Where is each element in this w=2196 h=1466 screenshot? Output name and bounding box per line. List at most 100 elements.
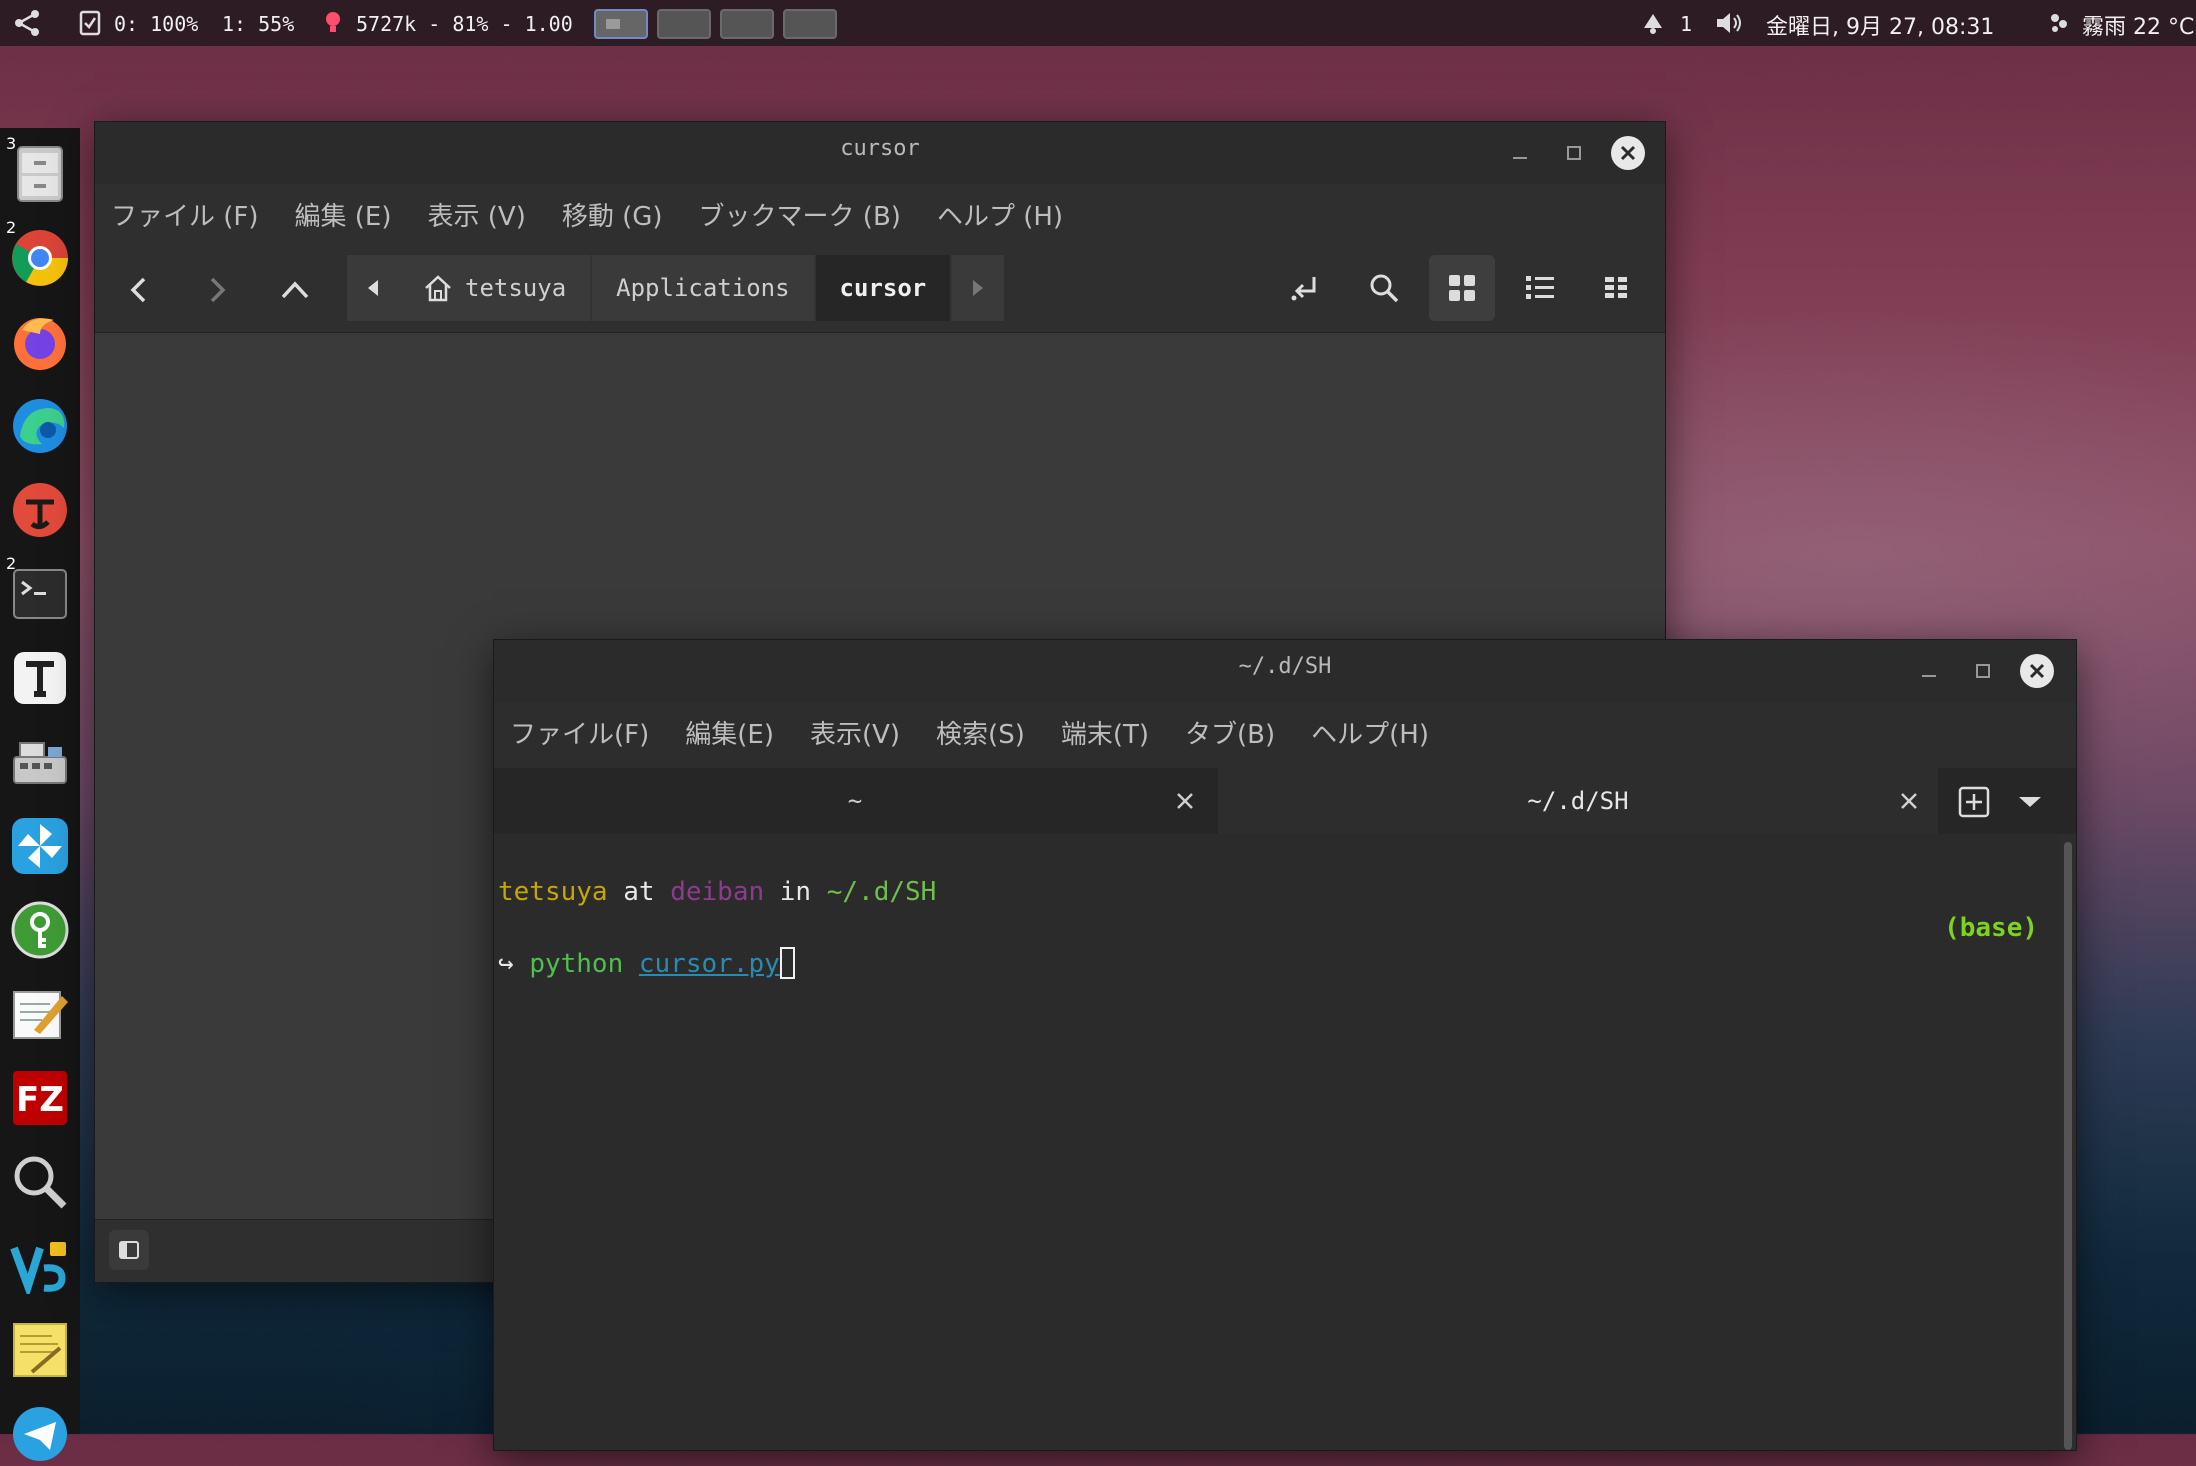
memory-icon bbox=[322, 10, 344, 36]
new-tab-button[interactable] bbox=[1954, 782, 1994, 822]
breadcrumb-scroll-left[interactable] bbox=[347, 255, 399, 321]
breadcrumb-applications[interactable]: Applications bbox=[592, 255, 816, 321]
prompt-line: tetsuya at deiban in ~/.d/SH bbox=[498, 838, 2056, 910]
tab-label: ~ bbox=[847, 787, 863, 815]
menu-view[interactable]: 表示(V) bbox=[810, 714, 900, 751]
menu-help[interactable]: ヘルプ(H) bbox=[1311, 714, 1429, 751]
search-launcher[interactable] bbox=[8, 1150, 72, 1214]
vscode-launcher[interactable] bbox=[8, 1234, 72, 1298]
close-tab-button[interactable] bbox=[1168, 784, 1202, 818]
prompt-in: in bbox=[779, 877, 812, 907]
forward-button[interactable] bbox=[189, 262, 245, 318]
compact-view-button[interactable] bbox=[1585, 255, 1651, 321]
keepassxc-launcher[interactable] bbox=[8, 898, 72, 962]
terminal-icon bbox=[13, 569, 67, 619]
maximize-button[interactable] bbox=[1966, 654, 2000, 688]
top-panel: 0: 100% 1: 55% 5727k - 81% - 1.00 1 金曜日,… bbox=[0, 0, 2196, 46]
close-button[interactable] bbox=[1611, 136, 1645, 170]
list-view-icon bbox=[1526, 276, 1554, 299]
prompt-host: deiban bbox=[670, 877, 765, 907]
prompt-arrow: ↪ bbox=[498, 949, 514, 979]
menu-file[interactable]: ファイル (F) bbox=[111, 196, 259, 233]
t-script-app-icon bbox=[13, 483, 67, 537]
menu-go[interactable]: 移動 (G) bbox=[562, 196, 663, 233]
maximize-icon bbox=[1567, 146, 1581, 160]
prompt-at: at bbox=[623, 877, 655, 907]
close-tab-button[interactable] bbox=[1892, 784, 1926, 818]
menu-help[interactable]: ヘルプ (H) bbox=[937, 196, 1063, 233]
command-name: python bbox=[529, 949, 624, 979]
breadcrumb-scroll-right[interactable] bbox=[952, 255, 1005, 321]
prompt-path: ~/.d/SH bbox=[826, 877, 937, 907]
key-icon bbox=[11, 901, 69, 959]
triangle-left-icon bbox=[368, 280, 378, 296]
text-editor-launcher[interactable] bbox=[8, 646, 72, 710]
menu-search[interactable]: 検索(S) bbox=[936, 714, 1025, 751]
filezilla-launcher[interactable]: FZ bbox=[8, 1066, 72, 1130]
maximize-button[interactable] bbox=[1557, 136, 1591, 170]
window-title: cursor bbox=[840, 136, 920, 161]
terminal-tab[interactable]: ~ bbox=[494, 768, 1216, 834]
edge-launcher[interactable] bbox=[8, 394, 72, 458]
menu-tabs[interactable]: タブ(B) bbox=[1185, 714, 1275, 751]
compact-view-icon bbox=[1605, 277, 1627, 298]
weather-drizzle-icon bbox=[2046, 10, 2072, 36]
menu-edit[interactable]: 編集(E) bbox=[685, 714, 774, 751]
weather-text[interactable]: 霧雨 22 °C bbox=[2082, 9, 2194, 41]
typora-launcher[interactable] bbox=[8, 478, 72, 542]
search-icon bbox=[1370, 274, 1399, 303]
chevron-up-icon bbox=[281, 281, 309, 299]
icon-view-button[interactable] bbox=[1429, 255, 1495, 321]
close-button[interactable] bbox=[2020, 654, 2054, 688]
terminal-menubar: ファイル(F) 編集(E) 表示(V) 検索(S) 端末(T) タブ(B) ヘル… bbox=[510, 714, 2076, 751]
files-launcher[interactable]: 3 bbox=[6, 134, 72, 206]
sticky-note-icon bbox=[13, 1323, 67, 1377]
text-t-icon bbox=[14, 652, 66, 704]
menu-file[interactable]: ファイル(F) bbox=[510, 714, 649, 751]
terminal-titlebar[interactable]: ~/.d/SH bbox=[494, 640, 2076, 702]
menu-view[interactable]: 表示 (V) bbox=[428, 196, 526, 233]
terminal-output[interactable]: tetsuya at deiban in ~/.d/SH ↪ python cu… bbox=[494, 834, 2060, 1450]
file-manager-titlebar[interactable]: cursor bbox=[95, 122, 1665, 184]
list-view-button[interactable] bbox=[1507, 255, 1573, 321]
workspace-3[interactable] bbox=[720, 9, 774, 39]
share-icon[interactable] bbox=[12, 8, 42, 38]
up-button[interactable] bbox=[267, 262, 323, 318]
workspace-switcher bbox=[594, 9, 846, 39]
notification-icon[interactable] bbox=[1640, 10, 1666, 36]
menu-terminal[interactable]: 端末(T) bbox=[1061, 714, 1149, 751]
workspace-2[interactable] bbox=[657, 9, 711, 39]
home-icon bbox=[425, 275, 451, 302]
toggle-sidebar-button[interactable] bbox=[109, 1230, 149, 1270]
tab-list-button[interactable] bbox=[2010, 782, 2050, 822]
minimize-button[interactable] bbox=[1503, 136, 1537, 170]
firefox-launcher[interactable] bbox=[8, 310, 72, 374]
chevron-down-icon bbox=[2019, 797, 2041, 807]
menu-bookmarks[interactable]: ブックマーク (B) bbox=[699, 196, 901, 233]
file-manager-menubar: ファイル (F) 編集 (E) 表示 (V) 移動 (G) ブックマーク (B)… bbox=[111, 196, 1665, 233]
chrome-launcher[interactable]: 2 bbox=[6, 218, 72, 290]
breadcrumb-current[interactable]: cursor bbox=[815, 255, 953, 321]
open-location-button[interactable] bbox=[1273, 255, 1339, 321]
workspace-1[interactable] bbox=[594, 9, 648, 39]
volume-icon[interactable] bbox=[1714, 10, 1744, 36]
search-button[interactable] bbox=[1351, 255, 1417, 321]
terminal-scrollbar[interactable] bbox=[2064, 842, 2072, 1450]
chevron-left-icon bbox=[130, 277, 146, 303]
minimize-button[interactable] bbox=[1912, 654, 1946, 688]
terminal-tab-active[interactable]: ~/.d/SH bbox=[1218, 768, 1938, 834]
cash-register-launcher[interactable] bbox=[8, 730, 72, 794]
sticky-notes-launcher[interactable] bbox=[8, 1318, 72, 1382]
close-icon bbox=[1177, 793, 1193, 809]
sidebar-icon bbox=[119, 1241, 139, 1259]
manager-launcher[interactable] bbox=[8, 814, 72, 878]
breadcrumb-home[interactable]: tetsuya bbox=[399, 255, 593, 321]
workspace-4[interactable] bbox=[783, 9, 837, 39]
telegram-launcher[interactable] bbox=[8, 1402, 72, 1466]
menu-edit[interactable]: 編集 (E) bbox=[295, 196, 392, 233]
clock-datetime[interactable]: 金曜日, 9月 27, 08:31 bbox=[1766, 9, 1994, 41]
notes-launcher[interactable] bbox=[8, 982, 72, 1046]
prompt-user: tetsuya bbox=[498, 877, 608, 907]
terminal-launcher[interactable]: 2 bbox=[6, 554, 72, 626]
back-button[interactable] bbox=[111, 262, 167, 318]
